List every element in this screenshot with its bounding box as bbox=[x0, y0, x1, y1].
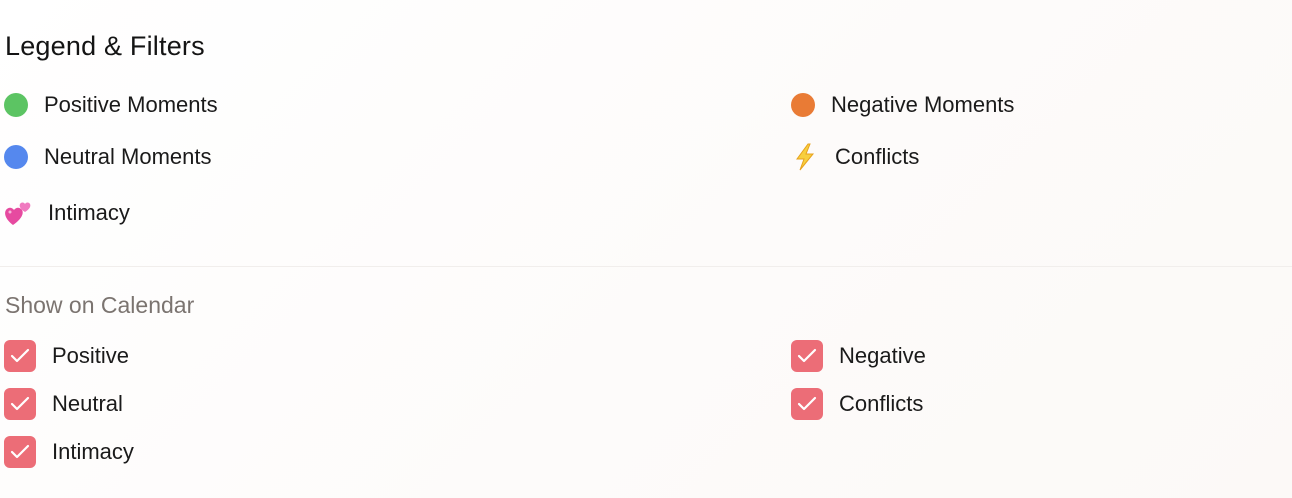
legend-label-intimacy: Intimacy bbox=[48, 200, 130, 225]
filter-label-negative[interactable]: Negative bbox=[839, 343, 926, 369]
filter-label-neutral[interactable]: Neutral bbox=[52, 391, 123, 417]
legend-label-positive: Positive Moments bbox=[44, 92, 218, 117]
section-divider bbox=[0, 266, 1292, 267]
checkbox-intimacy[interactable] bbox=[4, 436, 36, 468]
filter-label-positive[interactable]: Positive bbox=[52, 343, 129, 369]
checkmark-icon bbox=[797, 396, 817, 411]
orange-dot-icon bbox=[791, 93, 815, 117]
filters-heading: Show on Calendar bbox=[5, 292, 195, 318]
green-dot-icon bbox=[4, 93, 28, 117]
checkbox-positive[interactable] bbox=[4, 340, 36, 372]
filter-label-conflicts[interactable]: Conflicts bbox=[839, 391, 923, 417]
two-hearts-icon bbox=[3, 198, 33, 228]
checkmark-icon bbox=[797, 348, 817, 363]
checkbox-neutral[interactable] bbox=[4, 388, 36, 420]
legend-label-conflicts: Conflicts bbox=[835, 144, 920, 169]
legend-label-neutral: Neutral Moments bbox=[44, 144, 212, 169]
checkbox-conflicts[interactable] bbox=[791, 388, 823, 420]
checkmark-icon bbox=[10, 396, 30, 411]
checkmark-icon bbox=[10, 444, 30, 459]
legend-item-negative: Negative Moments bbox=[791, 88, 1014, 122]
filter-conflicts[interactable]: Conflicts bbox=[791, 387, 923, 421]
legend-item-positive: Positive Moments bbox=[4, 88, 218, 122]
legend-item-intimacy: Intimacy bbox=[3, 196, 130, 230]
legend-filters-panel: Legend & Filters Positive Moments Negati… bbox=[0, 0, 1292, 498]
filter-intimacy[interactable]: Intimacy bbox=[4, 435, 134, 469]
blue-dot-icon bbox=[4, 145, 28, 169]
legend-item-neutral: Neutral Moments bbox=[4, 140, 212, 174]
checkbox-negative[interactable] bbox=[791, 340, 823, 372]
filter-neutral[interactable]: Neutral bbox=[4, 387, 123, 421]
filter-label-intimacy[interactable]: Intimacy bbox=[52, 439, 134, 465]
checkmark-icon bbox=[10, 348, 30, 363]
filter-negative[interactable]: Negative bbox=[791, 339, 926, 373]
legend-label-negative: Negative Moments bbox=[831, 92, 1015, 117]
lightning-icon bbox=[790, 142, 820, 172]
section-title: Legend & Filters bbox=[5, 31, 205, 61]
legend-item-conflicts: Conflicts bbox=[790, 140, 919, 174]
filter-positive[interactable]: Positive bbox=[4, 339, 129, 373]
